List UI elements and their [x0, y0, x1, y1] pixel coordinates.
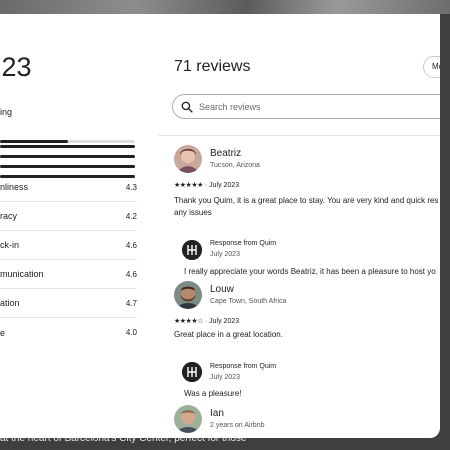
sort-label: Most: [432, 62, 440, 71]
review-text-line: Great place in a great location.: [174, 330, 283, 339]
category-accuracy: racy 4.2: [0, 202, 137, 231]
search-icon: [181, 101, 193, 113]
reviewer-name: Ian: [210, 408, 224, 419]
reviews-count-title: 71 reviews: [174, 58, 251, 75]
reviewer-photo: [174, 145, 202, 173]
host-avatar: [182, 240, 202, 260]
response-from: Response from Quim: [210, 363, 277, 370]
category-value-row: e 4.0: [0, 318, 137, 347]
review-date: · July 2023: [204, 318, 240, 325]
listing-photo-strip: [0, 0, 450, 14]
rating-bar: [0, 145, 135, 148]
category-location: ation 4.7: [0, 289, 137, 318]
response-date: July 2023: [210, 251, 240, 258]
category-value: 4.3: [125, 182, 137, 192]
reviewer-location: 2 years on Airbnb: [210, 422, 265, 429]
review-meta: ★★★★☆ · July 2023: [174, 317, 239, 325]
host-avatar: [182, 362, 202, 382]
reviewer-location: Tucson, Arizona: [210, 162, 260, 169]
search-input[interactable]: [199, 101, 439, 112]
reviewer-avatar[interactable]: [174, 281, 202, 309]
sort-button[interactable]: Most: [423, 56, 440, 78]
category-communication: munication 4.6: [0, 260, 137, 289]
star-rating: ★★★★☆: [174, 318, 203, 325]
review-item: Louw Cape Town, South Africa ★★★★☆ · Jul…: [174, 281, 440, 401]
rating-bar-fill: [0, 145, 135, 148]
rating-bar-fill: [0, 140, 68, 143]
reviewer-avatar[interactable]: [174, 405, 202, 433]
review-text: Great place in a great location.: [174, 329, 440, 341]
rating-bar-fill: [0, 155, 135, 158]
response-date: July 2023: [210, 374, 240, 381]
rating-breakdown-label: ing: [0, 107, 13, 117]
category-cleanliness: nliness 4.3: [0, 173, 137, 202]
reviewer-avatar[interactable]: [174, 145, 202, 173]
category-label: munication: [0, 269, 44, 279]
response-text: Was a pleasure!: [184, 389, 242, 398]
category-check-in: ck-in 4.6: [0, 231, 137, 260]
header-divider: [158, 135, 440, 136]
rating-bar-fill: [0, 165, 135, 168]
rating-bar: [0, 155, 135, 158]
review-item: Ian 2 years on Airbnb: [174, 405, 440, 438]
category-value: 4.7: [125, 298, 137, 308]
category-value: 4.6: [125, 240, 137, 250]
review-text-line: Thank you Quim, it is a great place to s…: [174, 196, 439, 205]
reviews-modal: .23 ing nliness 4.3 racy 4.2 ck-in 4.6 m…: [0, 14, 440, 438]
reviewer-photo: [174, 405, 202, 433]
search-reviews-field[interactable]: [172, 94, 440, 119]
response-text: I really appreciate your words Beatriz, …: [184, 267, 436, 276]
response-from: Response from Quim: [210, 240, 277, 247]
category-label: nliness: [0, 182, 29, 192]
reviewer-name: Beatriz: [210, 148, 242, 159]
reviewer-photo: [174, 281, 202, 309]
reviewer-name: Louw: [210, 284, 234, 295]
overall-rating: .23: [0, 52, 32, 82]
category-value: 4.0: [125, 328, 137, 337]
review-text-line: any issues: [174, 208, 212, 217]
review-item: Beatriz Tucson, Arizona ★★★★★ · July 202…: [174, 145, 440, 285]
category-value: 4.2: [125, 211, 137, 221]
reviewer-location: Cape Town, South Africa: [210, 298, 287, 305]
review-text: Thank you Quim, it is a great place to s…: [174, 195, 440, 219]
review-meta: ★★★★★ · July 2023: [174, 181, 239, 189]
category-value: 4.6: [125, 269, 137, 279]
host-logo-icon: [182, 240, 202, 260]
category-label: ation: [0, 298, 20, 308]
rating-bar: [0, 140, 135, 143]
review-date: · July 2023: [204, 182, 240, 189]
star-rating: ★★★★★: [174, 182, 203, 189]
rating-bar: [0, 165, 135, 168]
category-label: racy: [0, 211, 18, 221]
category-label: e: [0, 327, 6, 338]
category-label: ck-in: [0, 240, 20, 250]
host-logo-icon: [182, 362, 202, 382]
